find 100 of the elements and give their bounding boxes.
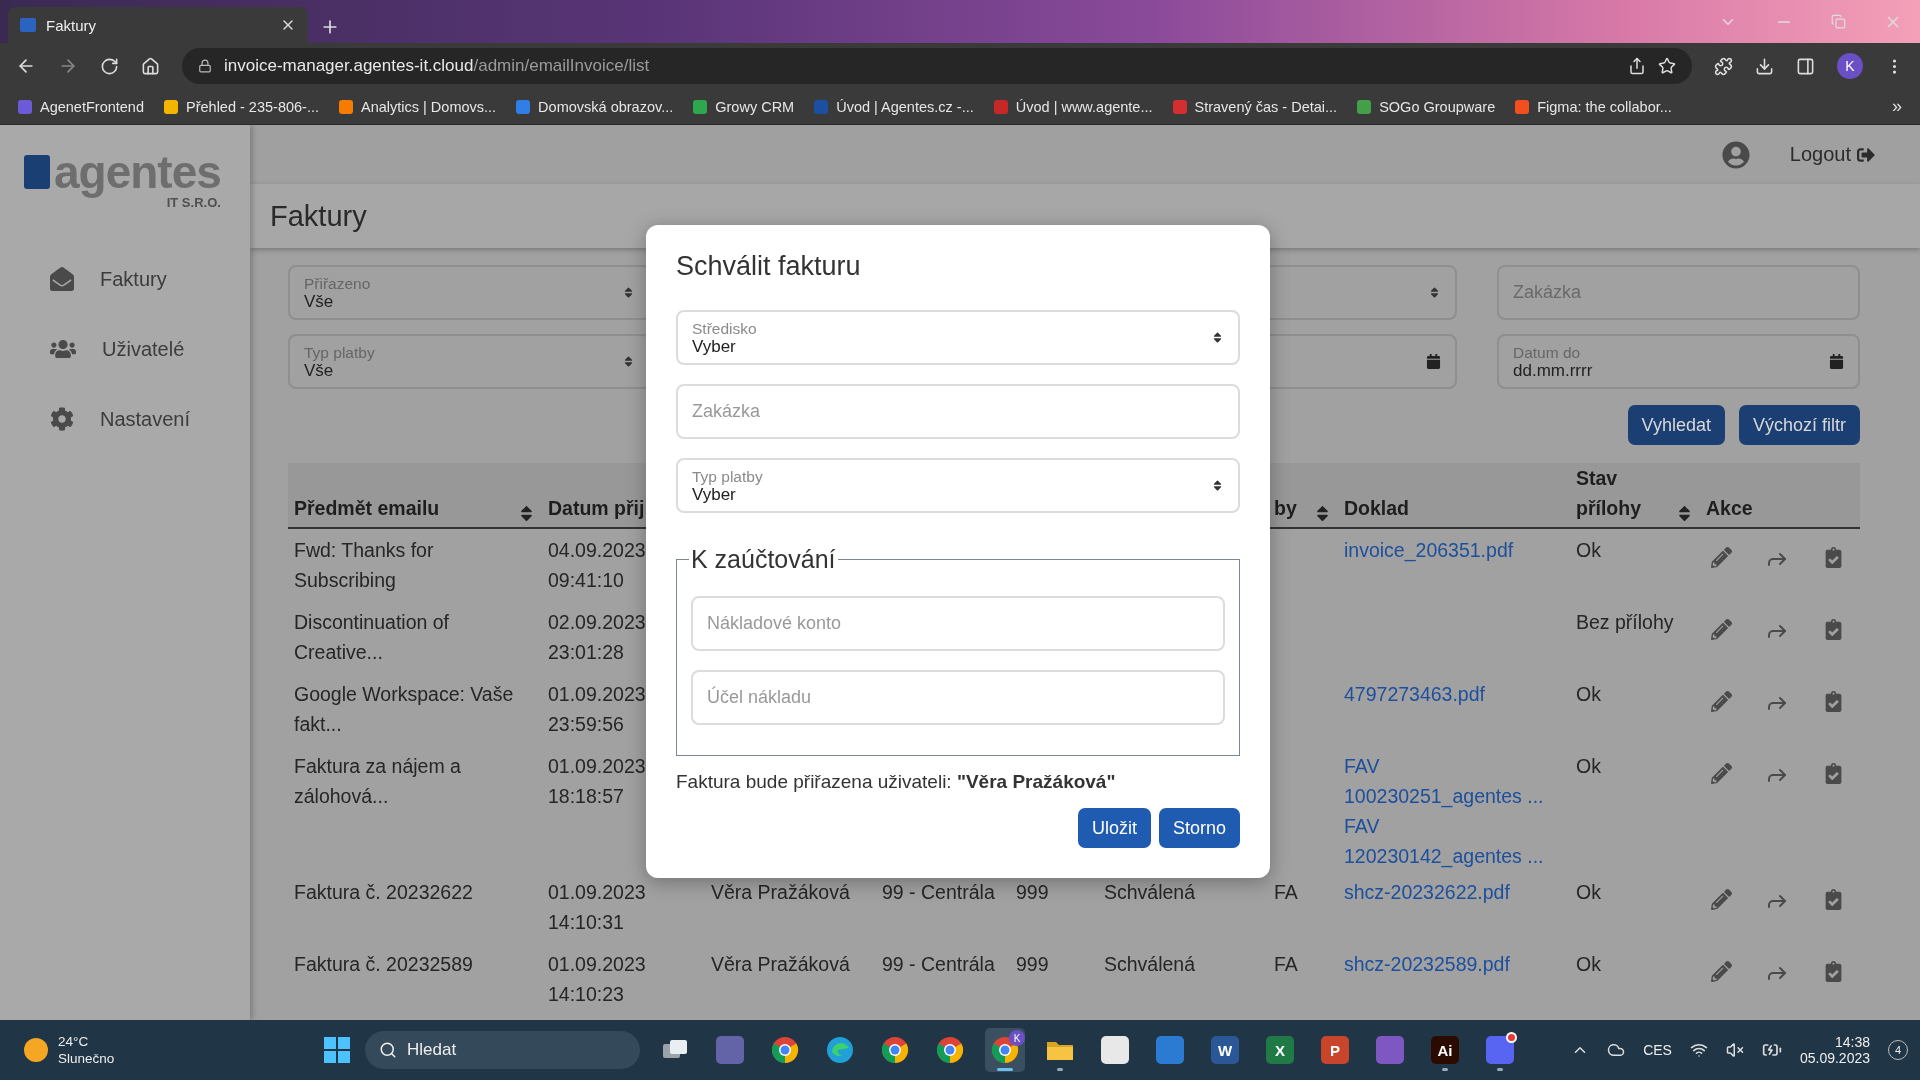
app-icon: X <box>1266 1036 1294 1064</box>
assignment-note: Faktura bude přiřazena uživateli: "Věra Pražáková" <box>676 771 1117 793</box>
table-cell-text: Google Workspace: Vaše fakt... <box>294 682 515 737</box>
column-header: Datum přij <box>548 496 645 521</box>
user-icon[interactable] <box>1721 140 1750 169</box>
fieldset-legend: K zaúčtování <box>689 545 838 574</box>
table-cell-text: 02.09.2023 23:01:28 <box>548 610 646 665</box>
logout-icon <box>1857 145 1875 164</box>
star-icon[interactable] <box>1658 57 1676 75</box>
column-header: Akce <box>1706 496 1753 521</box>
sort-arrows-icon <box>622 286 635 299</box>
table-cell-text: 999 <box>1016 952 1049 977</box>
table-cell-text: Schválená <box>1104 880 1196 905</box>
bookmark[interactable]: Stravený čas - Detai... <box>1172 98 1338 115</box>
filter-button[interactable]: Vyhledat <box>1627 405 1725 445</box>
profile-avatar[interactable]: K <box>1837 53 1863 79</box>
app-icon: Ai <box>1431 1036 1459 1064</box>
gear-icon <box>50 407 74 431</box>
favicon-icon <box>20 18 36 32</box>
bookmark[interactable]: Domovská obrazov... <box>516 98 674 115</box>
select-field[interactable]: Typ platby Vyber <box>676 458 1240 513</box>
cloud-icon[interactable] <box>1607 1041 1626 1059</box>
language-indicator[interactable]: CES <box>1643 1042 1672 1058</box>
home-icon[interactable] <box>141 56 160 76</box>
table-cell-text: Věra Pražáková <box>711 952 850 977</box>
reload-icon[interactable] <box>100 56 119 76</box>
table-cell-text: Věra Pražáková <box>711 880 850 905</box>
browser-icon <box>991 1036 1019 1064</box>
table-cell-text: 01.09.2023 18:18:57 <box>548 754 646 809</box>
puzzle-icon[interactable] <box>1714 56 1733 76</box>
table-cell-text: Ok <box>1576 682 1601 707</box>
table-cell-text: Ok <box>1576 754 1601 779</box>
table-cell-text: Faktura za nájem a zálohová... <box>294 754 462 809</box>
logout-link[interactable]: Logout <box>1789 143 1875 166</box>
app-icon: W <box>1211 1036 1239 1064</box>
table-cell-text: 01.09.2023 23:59:56 <box>548 682 646 737</box>
bookmark[interactable]: Přehled - 235-806-... <box>164 98 319 115</box>
bookmark[interactable]: Analytics | Domovs... <box>339 98 497 115</box>
mute-icon[interactable] <box>1725 1041 1744 1059</box>
sun-icon <box>24 1038 48 1062</box>
taskbar-app[interactable]: P <box>1315 1028 1355 1072</box>
app-icon: P <box>1321 1036 1349 1064</box>
dialog-button[interactable]: Uložit <box>1077 808 1151 848</box>
nav-item[interactable]: Faktury <box>24 244 226 314</box>
temperature: 24°C <box>58 1033 90 1050</box>
sort-arrows-icon <box>1428 286 1441 299</box>
calendar-icon <box>1829 354 1844 369</box>
more-bookmarks[interactable]: » <box>1892 96 1902 117</box>
filter-button[interactable]: Výchozí filtr <box>1738 405 1860 445</box>
dialog-title: Schválit fakturu <box>676 250 862 283</box>
weather-text: Slunečno <box>58 1050 115 1067</box>
date-field[interactable]: Datum do dd.mm.rrrr <box>1497 334 1860 389</box>
taskbar-app[interactable]: Ai <box>1425 1028 1465 1072</box>
table-cell-text: 04.09.2023 09:41:10 <box>548 538 646 593</box>
table-cell-text: Discontinuation of Creative... <box>294 610 450 665</box>
table-cell-text: 99 - Centrála <box>882 952 995 977</box>
logo-mark <box>24 155 50 189</box>
bookmark[interactable]: Figma: the collabor... <box>1515 98 1672 115</box>
clock-time[interactable]: 14:38 <box>1834 1034 1870 1050</box>
bookmark[interactable]: SOGo Groupware <box>1357 98 1496 115</box>
bookmark[interactable]: Úvod | Agentes.cz -... <box>814 98 974 115</box>
logo-subtitle: IT S.R.O. <box>166 195 221 210</box>
side-panel-icon[interactable] <box>1796 56 1815 76</box>
profile-badge: K <box>1009 1030 1025 1046</box>
table-cell-text: Schválená <box>1104 952 1196 977</box>
browser-tab[interactable]: Faktury <box>8 7 308 43</box>
clock-date[interactable]: 05.09.2023 <box>1799 1050 1870 1066</box>
bookmark[interactable]: Úvod | www.agente... <box>993 98 1153 115</box>
table-cell-text: Fwd: Thanks for Subscribing <box>294 538 435 593</box>
bookmark[interactable]: AgenetFrontend <box>18 98 144 115</box>
taskbar-app[interactable]: X <box>1260 1028 1300 1072</box>
table-cell-text: 01.09.2023 14:10:23 <box>548 952 646 1007</box>
share-icon[interactable] <box>1628 57 1646 75</box>
table-cell-text: FA <box>1274 880 1298 905</box>
select-field[interactable]: Středisko Vyber <box>676 310 1240 365</box>
table-cell-text: FA <box>1274 952 1298 977</box>
running-indicator <box>1497 1068 1503 1071</box>
table-cell-text: Faktura č. 20232589 <box>294 952 473 977</box>
wifi-icon[interactable] <box>1689 1041 1708 1059</box>
nav-item[interactable]: Nastavení <box>24 384 226 454</box>
nav-item[interactable]: Uživatelé <box>24 314 226 384</box>
taskbar-app[interactable]: W <box>1205 1028 1245 1072</box>
dialog-button[interactable]: Storno <box>1158 808 1240 848</box>
taskbar-app[interactable]: K <box>985 1028 1025 1072</box>
table-cell-text: Ok <box>1576 880 1601 905</box>
taskbar-search[interactable]: Hledat <box>365 1031 640 1069</box>
windows-start-icon[interactable] <box>324 1037 350 1063</box>
running-indicator <box>1057 1068 1063 1071</box>
address-bar[interactable]: invoice-manager.agentes-it.cloud/admin/emailInvoice/list <box>182 48 1692 84</box>
running-indicator <box>1442 1068 1448 1071</box>
page-title: Faktury <box>270 199 367 233</box>
download-icon[interactable] <box>1755 56 1774 76</box>
bookmark[interactable]: Growy CRM <box>693 98 795 115</box>
tab-title: Faktury <box>46 16 96 34</box>
column-header: Stav přílohy <box>1576 466 1642 521</box>
browser-icon <box>771 1036 799 1064</box>
table-cell-text: 01.09.2023 14:10:31 <box>548 880 646 935</box>
table-cell-text: Faktura č. 20232622 <box>294 880 473 905</box>
table-cell-text: Bez přílohy <box>1576 610 1674 635</box>
search-icon <box>379 1041 397 1059</box>
